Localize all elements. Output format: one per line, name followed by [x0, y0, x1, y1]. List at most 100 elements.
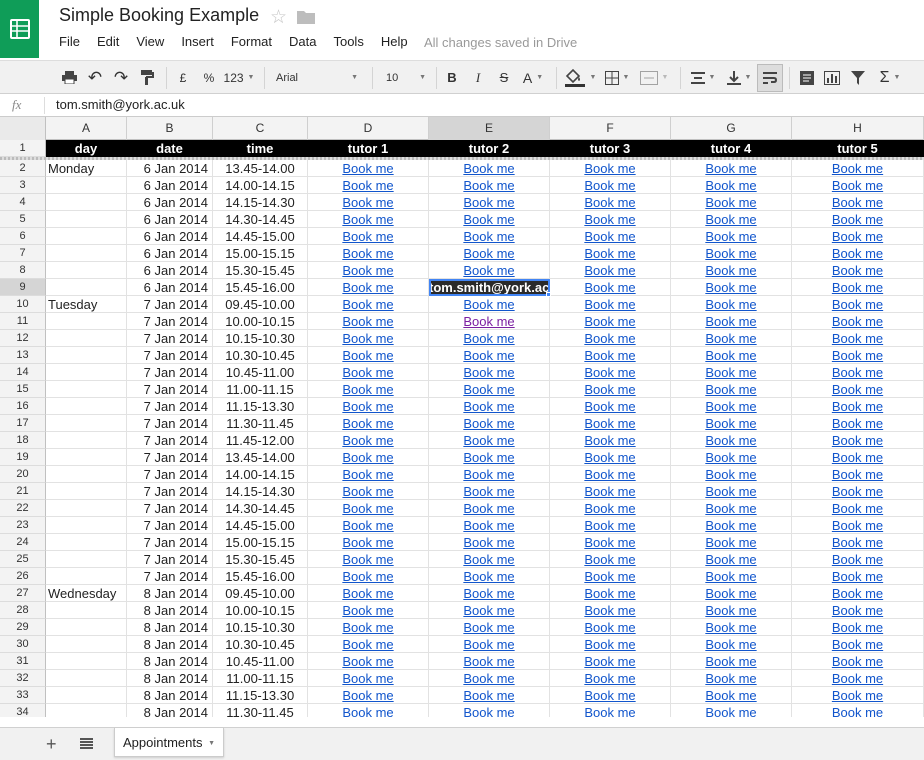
book-me-link[interactable]: Book me [308, 228, 429, 245]
book-me-link[interactable]: Book me [429, 602, 550, 619]
date-cell[interactable]: 6 Jan 2014 [127, 262, 213, 279]
row-number[interactable]: 32 [0, 670, 46, 687]
book-me-link[interactable]: Book me [308, 313, 429, 330]
book-me-link[interactable]: Book me [429, 296, 550, 313]
book-me-link[interactable]: Book me [550, 704, 671, 717]
book-me-link[interactable]: Book me [308, 449, 429, 466]
row-number[interactable]: 13 [0, 347, 46, 364]
book-me-link[interactable]: Book me [429, 347, 550, 364]
book-me-link[interactable]: Book me [792, 279, 924, 296]
date-cell[interactable]: 7 Jan 2014 [127, 296, 213, 313]
book-me-link[interactable]: Book me [308, 211, 429, 228]
book-me-link[interactable]: Book me [550, 415, 671, 432]
book-me-link[interactable]: Book me [308, 415, 429, 432]
time-cell[interactable]: 14.45-15.00 [213, 517, 308, 534]
day-cell[interactable] [46, 517, 127, 534]
day-cell[interactable] [46, 381, 127, 398]
column-header-a[interactable]: A [46, 117, 127, 140]
book-me-link[interactable]: Book me [550, 534, 671, 551]
book-me-link[interactable]: Book me [550, 279, 671, 296]
date-cell[interactable]: 7 Jan 2014 [127, 466, 213, 483]
row-number[interactable]: 18 [0, 432, 46, 449]
functions-button[interactable]: Σ ▼ [872, 61, 908, 94]
book-me-link[interactable]: Book me [550, 670, 671, 687]
book-me-link[interactable]: Book me [429, 687, 550, 704]
book-me-link[interactable]: Book me [792, 364, 924, 381]
book-me-link[interactable]: Book me [792, 160, 924, 177]
book-me-link[interactable]: Book me [550, 687, 671, 704]
book-me-link[interactable]: Book me [792, 704, 924, 717]
date-cell[interactable]: 7 Jan 2014 [127, 330, 213, 347]
add-sheet-icon[interactable]: + [46, 734, 57, 755]
book-me-link[interactable]: Book me [671, 262, 792, 279]
book-me-link[interactable]: Book me [792, 398, 924, 415]
row-number[interactable]: 24 [0, 534, 46, 551]
time-cell[interactable]: 10.45-11.00 [213, 364, 308, 381]
book-me-link[interactable]: Book me [308, 551, 429, 568]
book-me-link[interactable]: Book me [429, 636, 550, 653]
font-family-dropdown[interactable]: Arial ▼ [270, 61, 366, 94]
book-me-link[interactable]: Book me [671, 483, 792, 500]
time-cell[interactable]: 11.45-12.00 [213, 432, 308, 449]
book-me-link[interactable]: Book me [429, 466, 550, 483]
date-cell[interactable]: 7 Jan 2014 [127, 313, 213, 330]
book-me-link[interactable]: Book me [792, 296, 924, 313]
book-me-link[interactable]: Book me [550, 602, 671, 619]
frozen-row-divider[interactable] [0, 157, 924, 160]
book-me-link[interactable]: Book me [429, 415, 550, 432]
time-cell[interactable]: 09.45-10.00 [213, 585, 308, 602]
time-cell[interactable]: 14.15-14.30 [213, 194, 308, 211]
book-me-link[interactable]: Book me [792, 347, 924, 364]
book-me-link[interactable]: Book me [550, 551, 671, 568]
column-title-cell[interactable]: day [46, 140, 127, 157]
text-color-button[interactable]: A ▼ [518, 61, 548, 94]
time-cell[interactable]: 15.30-15.45 [213, 262, 308, 279]
menu-insert[interactable]: Insert [181, 34, 214, 49]
day-cell[interactable] [46, 551, 127, 568]
book-me-link[interactable]: Book me [550, 398, 671, 415]
currency-format-button[interactable]: £ [174, 61, 192, 94]
day-cell[interactable] [46, 228, 127, 245]
date-cell[interactable]: 6 Jan 2014 [127, 194, 213, 211]
selection-drag-handle[interactable] [546, 292, 551, 297]
book-me-link[interactable]: Book me [308, 483, 429, 500]
insert-chart-button[interactable] [820, 61, 844, 94]
book-me-link[interactable]: Book me [671, 670, 792, 687]
book-me-link[interactable]: Book me [308, 653, 429, 670]
menu-tools[interactable]: Tools [333, 34, 363, 49]
book-me-link[interactable]: Book me [671, 687, 792, 704]
book-me-link[interactable]: Book me [792, 262, 924, 279]
book-me-link[interactable]: Book me [550, 483, 671, 500]
book-me-link[interactable]: Book me [550, 517, 671, 534]
number-format-dropdown[interactable]: 123 ▼ [222, 61, 256, 94]
book-me-link[interactable]: Book me [792, 194, 924, 211]
borders-button[interactable]: ▼ [602, 61, 632, 94]
column-title-cell[interactable]: tutor 2 [429, 140, 550, 157]
time-cell[interactable]: 10.15-10.30 [213, 619, 308, 636]
book-me-link[interactable]: Book me [308, 517, 429, 534]
book-me-link[interactable]: Book me [792, 313, 924, 330]
date-cell[interactable]: 8 Jan 2014 [127, 619, 213, 636]
book-me-link[interactable]: Book me [792, 619, 924, 636]
wrap-text-button[interactable] [757, 64, 783, 92]
time-cell[interactable]: 15.45-16.00 [213, 279, 308, 296]
day-cell[interactable] [46, 347, 127, 364]
book-me-link[interactable]: Book me [792, 228, 924, 245]
date-cell[interactable]: 7 Jan 2014 [127, 449, 213, 466]
column-title-cell[interactable]: tutor 5 [792, 140, 924, 157]
day-cell[interactable] [46, 483, 127, 500]
date-cell[interactable]: 6 Jan 2014 [127, 160, 213, 177]
day-cell[interactable] [46, 211, 127, 228]
book-me-link[interactable]: Book me [429, 228, 550, 245]
time-cell[interactable]: 11.15-13.30 [213, 687, 308, 704]
book-me-link[interactable]: Book me [308, 704, 429, 717]
book-me-link[interactable]: Book me [792, 483, 924, 500]
book-me-link[interactable]: Book me [429, 262, 550, 279]
book-me-link[interactable]: Book me [550, 653, 671, 670]
time-cell[interactable]: 11.00-11.15 [213, 381, 308, 398]
book-me-link[interactable]: Book me [671, 466, 792, 483]
book-me-link[interactable]: Book me [792, 585, 924, 602]
day-cell[interactable] [46, 398, 127, 415]
column-title-cell[interactable]: date [127, 140, 213, 157]
day-cell[interactable] [46, 177, 127, 194]
